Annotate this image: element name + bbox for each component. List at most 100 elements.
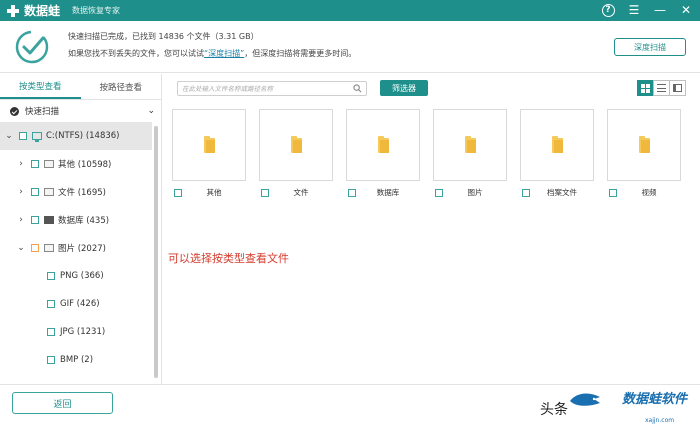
tile-thumbnail[interactable] bbox=[346, 109, 420, 181]
tree-item-png[interactable]: PNG (366) bbox=[0, 262, 161, 290]
menu-icon: ☰ bbox=[628, 3, 640, 17]
chevron-down-icon[interactable]: ⌄ bbox=[4, 131, 14, 141]
view-mode-tabs: 按类型查看 按路径查看 bbox=[0, 74, 161, 100]
close-button[interactable]: ✕ bbox=[678, 2, 694, 18]
tree-item-label: 数据库 (435) bbox=[58, 216, 110, 226]
chevron-right-icon[interactable]: › bbox=[16, 215, 26, 225]
tab-by-path[interactable]: 按路径查看 bbox=[81, 74, 162, 99]
folder-icon bbox=[551, 135, 563, 153]
folder-icon bbox=[203, 135, 215, 153]
tree-item-label: C:(NTFS) (14836) bbox=[46, 131, 120, 141]
tile-label: 其他 bbox=[206, 188, 222, 197]
tile-thumbnail[interactable] bbox=[172, 109, 246, 181]
tree-item-bmp[interactable]: BMP (2) bbox=[0, 346, 161, 374]
app-logo: 数据蛙 bbox=[6, 2, 60, 19]
tile-other[interactable]: 其他 bbox=[172, 109, 246, 198]
tree-item-images[interactable]: ⌄ 图片 (2027) bbox=[0, 234, 161, 262]
tree-item-jpg[interactable]: JPG (1231) bbox=[0, 318, 161, 346]
scan-result-prefix: 快速扫描已完成，已找到 bbox=[68, 32, 156, 41]
tree-checkbox[interactable] bbox=[19, 132, 27, 140]
detail-view-button[interactable] bbox=[669, 80, 686, 96]
sidebar: 按类型查看 按路径查看 快速扫描 ⌄ ⌄ C:(NTFS) (14836) › … bbox=[0, 74, 162, 384]
search-icon[interactable] bbox=[353, 84, 362, 93]
tile-checkbox[interactable] bbox=[609, 188, 617, 197]
tree-item-database[interactable]: › 数据库 (435) bbox=[0, 206, 161, 234]
database-icon bbox=[44, 216, 54, 224]
deep-scan-link[interactable]: “深度扫描” bbox=[204, 49, 244, 58]
tile-label: 文件 bbox=[293, 188, 309, 197]
tile-label: 图片 bbox=[467, 188, 483, 197]
tree-checkbox[interactable] bbox=[31, 188, 39, 196]
tree-item-label: GIF (426) bbox=[60, 299, 100, 309]
app-name: 数据蛙 bbox=[24, 4, 61, 18]
tree-checkbox[interactable] bbox=[31, 160, 39, 168]
view-switcher bbox=[637, 80, 686, 96]
tab-by-type[interactable]: 按类型查看 bbox=[0, 74, 81, 99]
help-button[interactable]: ? bbox=[600, 2, 616, 18]
list-icon bbox=[657, 84, 666, 92]
file-type-grid: 其他 文件 数据库 图片 档案文件 视频 bbox=[172, 109, 681, 198]
tile-checkbox[interactable] bbox=[174, 188, 182, 197]
tile-images[interactable]: 图片 bbox=[433, 109, 507, 198]
check-circle-icon bbox=[15, 30, 49, 64]
scan-status-panel: 快速扫描已完成，已找到 14836 个文件（3.31 GB） 如果您找不到丢失的… bbox=[0, 21, 700, 73]
chevron-right-icon[interactable]: › bbox=[16, 159, 26, 169]
tile-thumbnail[interactable] bbox=[433, 109, 507, 181]
tree-item-drive-c[interactable]: ⌄ C:(NTFS) (14836) bbox=[0, 122, 152, 150]
tree-item-documents[interactable]: › 文件 (1695) bbox=[0, 178, 161, 206]
file-type-tree: ⌄ C:(NTFS) (14836) › 其他 (10598) › 文件 (16… bbox=[0, 122, 161, 374]
tile-checkbox[interactable] bbox=[261, 188, 269, 197]
tile-thumbnail[interactable] bbox=[520, 109, 594, 181]
tile-label: 档案文件 bbox=[547, 188, 577, 197]
tree-item-label: JPG (1231) bbox=[60, 327, 106, 337]
tile-archives[interactable]: 档案文件 bbox=[520, 109, 594, 198]
tile-checkbox[interactable] bbox=[522, 188, 530, 197]
tree-checkbox[interactable] bbox=[47, 356, 55, 364]
sidebar-scrollbar[interactable] bbox=[154, 126, 158, 378]
tile-database[interactable]: 数据库 bbox=[346, 109, 420, 198]
tree-item-other[interactable]: › 其他 (10598) bbox=[0, 150, 161, 178]
tree-item-label: 其他 (10598) bbox=[58, 160, 112, 170]
tile-documents[interactable]: 文件 bbox=[259, 109, 333, 198]
tree-item-label: PNG (366) bbox=[60, 271, 104, 281]
deep-scan-button[interactable]: 深度扫描 bbox=[614, 38, 686, 56]
watermark-url: xajjn.com bbox=[645, 417, 675, 424]
hint-prefix: 如果您找不到丢失的文件，您可以试试 bbox=[68, 49, 204, 58]
tile-checkbox[interactable] bbox=[435, 188, 443, 197]
scan-mode-select[interactable]: 快速扫描 ⌄ bbox=[0, 100, 161, 122]
tree-checkbox[interactable] bbox=[47, 300, 55, 308]
tree-checkbox[interactable] bbox=[31, 216, 39, 224]
tree-checkbox[interactable] bbox=[47, 272, 55, 280]
shark-logo-icon bbox=[570, 393, 600, 406]
chevron-right-icon[interactable]: › bbox=[16, 187, 26, 197]
main-panel: 筛选器 其他 文件 数据库 图片 档案文件 bbox=[163, 74, 700, 384]
back-button[interactable]: 返回 bbox=[12, 392, 113, 414]
tile-thumbnail[interactable] bbox=[607, 109, 681, 181]
help-icon: ? bbox=[601, 3, 615, 17]
folder-icon bbox=[464, 135, 476, 153]
tile-checkbox[interactable] bbox=[348, 188, 356, 197]
scan-result-size: 个文件（3.31 GB） bbox=[186, 32, 259, 41]
plus-logo-icon bbox=[6, 4, 20, 18]
check-dot-icon bbox=[10, 106, 19, 116]
tree-item-label: BMP (2) bbox=[60, 355, 94, 365]
filter-button[interactable]: 筛选器 bbox=[380, 80, 428, 96]
chevron-down-icon[interactable]: ⌄ bbox=[16, 243, 26, 253]
minimize-button[interactable]: — bbox=[652, 2, 668, 18]
search-box[interactable] bbox=[177, 81, 367, 96]
watermark-text: 头条 bbox=[540, 402, 568, 418]
tree-item-gif[interactable]: GIF (426) bbox=[0, 290, 161, 318]
tree-checkbox[interactable] bbox=[47, 328, 55, 336]
menu-button[interactable]: ☰ bbox=[626, 2, 642, 18]
tree-checkbox[interactable] bbox=[31, 244, 39, 252]
search-input[interactable] bbox=[178, 82, 348, 95]
grid-view-button[interactable] bbox=[637, 80, 654, 96]
watermark: 头条 数据蛙软件 xajjn.com bbox=[540, 385, 700, 428]
scan-mode-label: 快速扫描 bbox=[25, 107, 60, 117]
tile-thumbnail[interactable] bbox=[259, 109, 333, 181]
document-icon bbox=[44, 188, 54, 196]
minimize-icon: — bbox=[654, 3, 666, 17]
list-view-button[interactable] bbox=[653, 80, 670, 96]
hint-suffix: ，但深度扫描将需要更多时间。 bbox=[244, 49, 357, 58]
tile-videos[interactable]: 视频 bbox=[607, 109, 681, 198]
